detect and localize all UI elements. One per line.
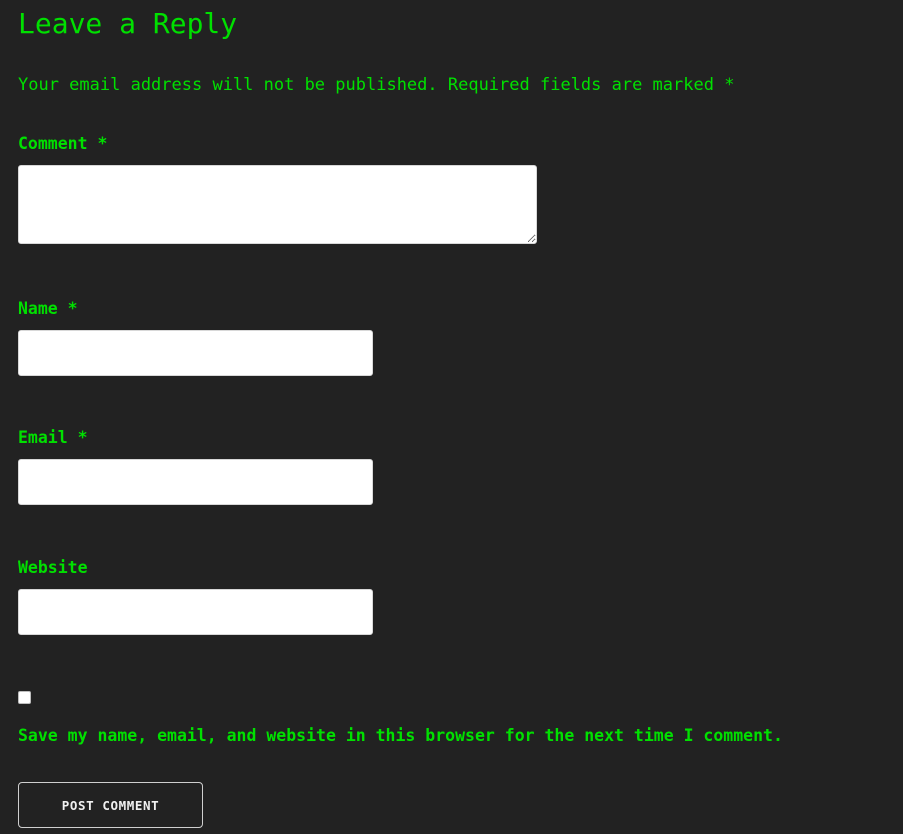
website-input[interactable] <box>18 589 373 635</box>
save-info-label: Save my name, email, and website in this… <box>18 726 783 745</box>
website-label: Website <box>18 558 88 577</box>
reply-title: Leave a Reply <box>18 7 238 40</box>
email-input[interactable] <box>18 459 373 505</box>
email-label: Email * <box>18 428 88 447</box>
name-label: Name * <box>18 299 78 318</box>
comment-notes: Your email address will not be published… <box>18 75 735 95</box>
save-info-checkbox[interactable] <box>18 691 31 704</box>
name-input[interactable] <box>18 330 373 376</box>
post-comment-button[interactable]: POST COMMENT <box>18 782 203 828</box>
comment-label: Comment * <box>18 134 108 153</box>
comment-textarea[interactable] <box>18 165 537 244</box>
